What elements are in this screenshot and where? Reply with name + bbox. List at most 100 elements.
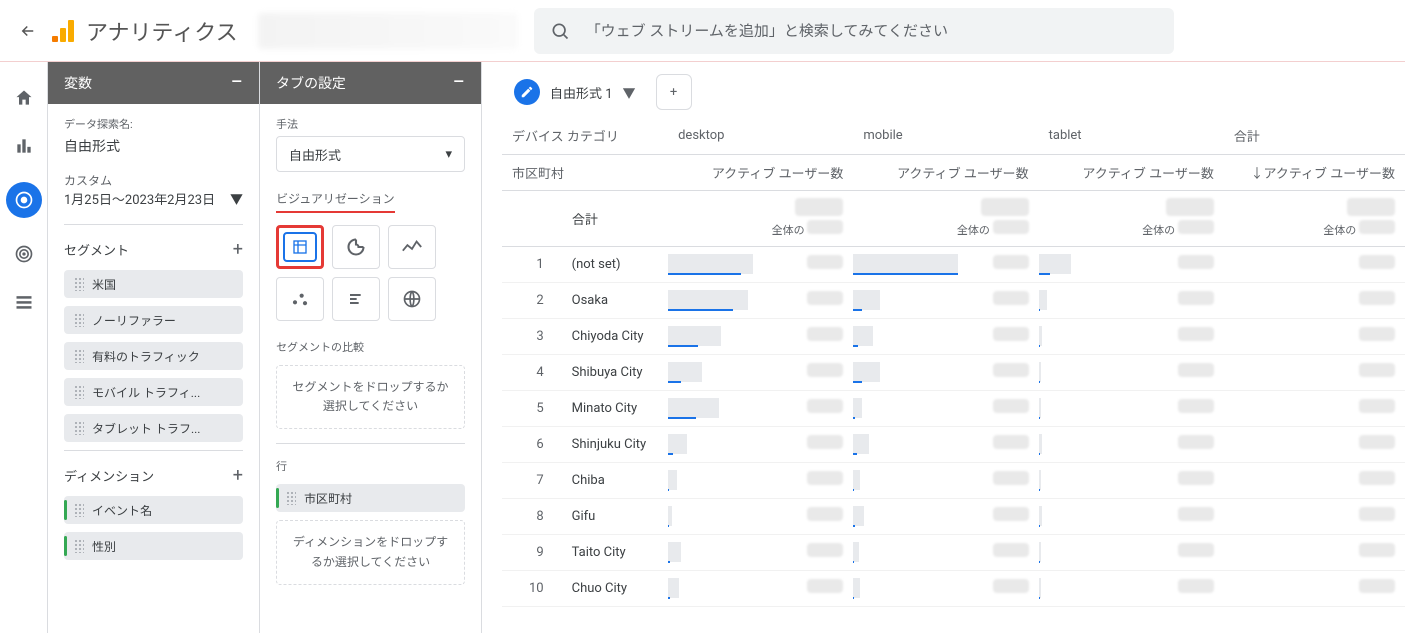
table-row[interactable]: 6Shinjuku City xyxy=(502,426,1405,462)
dimension-drop-zone[interactable]: ディメンションをドロップするか選択してください xyxy=(276,520,465,584)
value-cell xyxy=(775,534,854,570)
viz-table-icon[interactable] xyxy=(276,225,324,269)
row-dim-header[interactable]: 市区町村 xyxy=(502,154,668,190)
viz-scatter-icon[interactable] xyxy=(276,277,324,321)
value-cell xyxy=(960,426,1039,462)
date-range-selector[interactable]: 1月25日～2023年2月23日 ▼ xyxy=(64,189,243,208)
segment-compare-label: セグメントの比較 xyxy=(276,339,465,355)
col-tablet[interactable]: tablet xyxy=(1039,118,1224,154)
bar-cell xyxy=(853,462,959,498)
value-cell xyxy=(775,462,854,498)
metric-mobile[interactable]: アクティブ ユーザー数 xyxy=(853,154,1038,190)
nav-home-icon[interactable] xyxy=(12,86,36,110)
metric-tablet[interactable]: アクティブ ユーザー数 xyxy=(1039,154,1224,190)
segment-chip[interactable]: タブレット トラフ... xyxy=(64,414,243,442)
table-row[interactable]: 1(not set) xyxy=(502,246,1405,282)
value-cell xyxy=(1330,426,1405,462)
nav-configure-icon[interactable] xyxy=(12,290,36,314)
back-button[interactable] xyxy=(16,19,40,43)
value-cell xyxy=(1145,246,1224,282)
segment-chip[interactable]: 有料のトラフィック xyxy=(64,342,243,370)
bar-cell xyxy=(1224,390,1330,426)
add-dimension-button[interactable]: + xyxy=(233,465,243,486)
col-mobile[interactable]: mobile xyxy=(853,118,1038,154)
table-row[interactable]: 4Shibuya City xyxy=(502,354,1405,390)
bar-cell xyxy=(853,570,959,606)
collapse-settings-icon[interactable]: − xyxy=(452,72,465,94)
table-row[interactable]: 7Chiba xyxy=(502,462,1405,498)
bar-cell xyxy=(853,498,959,534)
segment-chip[interactable]: モバイル トラフィ... xyxy=(64,378,243,406)
bar-cell xyxy=(1224,246,1330,282)
search-box[interactable]: 「ウェブ ストリームを追加」と検索してみてください xyxy=(534,8,1174,54)
property-selector[interactable] xyxy=(258,13,518,49)
row-city: Taito City xyxy=(562,534,668,570)
technique-select[interactable]: 自由形式 ▾ xyxy=(276,136,465,172)
value-cell xyxy=(1330,318,1405,354)
dimensions-label: ディメンション xyxy=(64,466,154,485)
row-index: 5 xyxy=(502,390,562,426)
total-desktop: 全体の xyxy=(668,190,853,246)
bar-cell xyxy=(668,534,774,570)
row-city: Osaka xyxy=(562,282,668,318)
bar-cell xyxy=(1039,390,1145,426)
bar-cell xyxy=(1039,534,1145,570)
variables-panel: 変数 − データ探索名: 自由形式 カスタム 1月25日～2023年2月23日 … xyxy=(48,62,260,633)
tab-freeform[interactable]: 自由形式 1 ▼ xyxy=(502,74,648,110)
table-row[interactable]: 10Chuo City xyxy=(502,570,1405,606)
viz-geo-icon[interactable] xyxy=(388,277,436,321)
bar-cell xyxy=(853,390,959,426)
value-cell xyxy=(1330,498,1405,534)
table-row[interactable]: 2Osaka xyxy=(502,282,1405,318)
tab-dropdown-icon[interactable]: ▼ xyxy=(623,83,636,102)
exploration-name-value[interactable]: 自由形式 xyxy=(64,136,243,156)
dimension-chip[interactable]: 性別 xyxy=(64,532,243,560)
row-chip[interactable]: 市区町村 xyxy=(276,484,465,512)
row-city: Minato City xyxy=(562,390,668,426)
bar-cell xyxy=(668,462,774,498)
value-cell xyxy=(960,462,1039,498)
add-tab-button[interactable]: + xyxy=(656,74,692,110)
metric-desktop[interactable]: アクティブ ユーザー数 xyxy=(668,154,853,190)
row-index: 2 xyxy=(502,282,562,318)
row-city: Chuo City xyxy=(562,570,668,606)
row-index: 4 xyxy=(502,354,562,390)
bar-cell xyxy=(1039,354,1145,390)
nav-explore-icon[interactable] xyxy=(6,182,42,218)
bar-cell xyxy=(668,498,774,534)
bar-cell xyxy=(1039,282,1145,318)
value-cell xyxy=(960,534,1039,570)
table-row[interactable]: 5Minato City xyxy=(502,390,1405,426)
row-city: (not set) xyxy=(562,246,668,282)
value-cell xyxy=(775,570,854,606)
row-city: Gifu xyxy=(562,498,668,534)
add-segment-button[interactable]: + xyxy=(233,239,243,260)
viz-donut-icon[interactable] xyxy=(332,225,380,269)
value-cell xyxy=(1145,318,1224,354)
row-index: 9 xyxy=(502,534,562,570)
row-index: 10 xyxy=(502,570,562,606)
viz-line-icon[interactable] xyxy=(388,225,436,269)
bar-cell xyxy=(1224,282,1330,318)
search-placeholder: 「ウェブ ストリームを追加」と検索してみてください xyxy=(586,20,948,41)
bar-cell xyxy=(668,318,774,354)
table-row[interactable]: 8Gifu xyxy=(502,498,1405,534)
collapse-variables-icon[interactable]: − xyxy=(230,72,243,94)
bar-cell xyxy=(1039,318,1145,354)
dimension-chip[interactable]: イベント名 xyxy=(64,496,243,524)
segment-chip[interactable]: ノーリファラー xyxy=(64,306,243,334)
segment-drop-zone[interactable]: セグメントをドロップするか選択してください xyxy=(276,365,465,429)
row-index: 6 xyxy=(502,426,562,462)
segment-chip[interactable]: 米国 xyxy=(64,270,243,298)
value-cell xyxy=(775,246,854,282)
col-desktop[interactable]: desktop xyxy=(668,118,853,154)
nav-advertising-icon[interactable] xyxy=(12,242,36,266)
metric-total[interactable]: ↓アクティブ ユーザー数 xyxy=(1224,154,1405,190)
tab-settings-panel: タブの設定 − 手法 自由形式 ▾ ビジュアリゼーション セグメントの比較 セグ… xyxy=(260,62,482,633)
table-row[interactable]: 9Taito City xyxy=(502,534,1405,570)
viz-bar-icon[interactable] xyxy=(332,277,380,321)
nav-reports-icon[interactable] xyxy=(12,134,36,158)
explore-canvas: 自由形式 1 ▼ + デバイス カテゴリ desktop mob xyxy=(482,62,1405,633)
settings-header: タブの設定 − xyxy=(260,62,481,104)
table-row[interactable]: 3Chiyoda City xyxy=(502,318,1405,354)
